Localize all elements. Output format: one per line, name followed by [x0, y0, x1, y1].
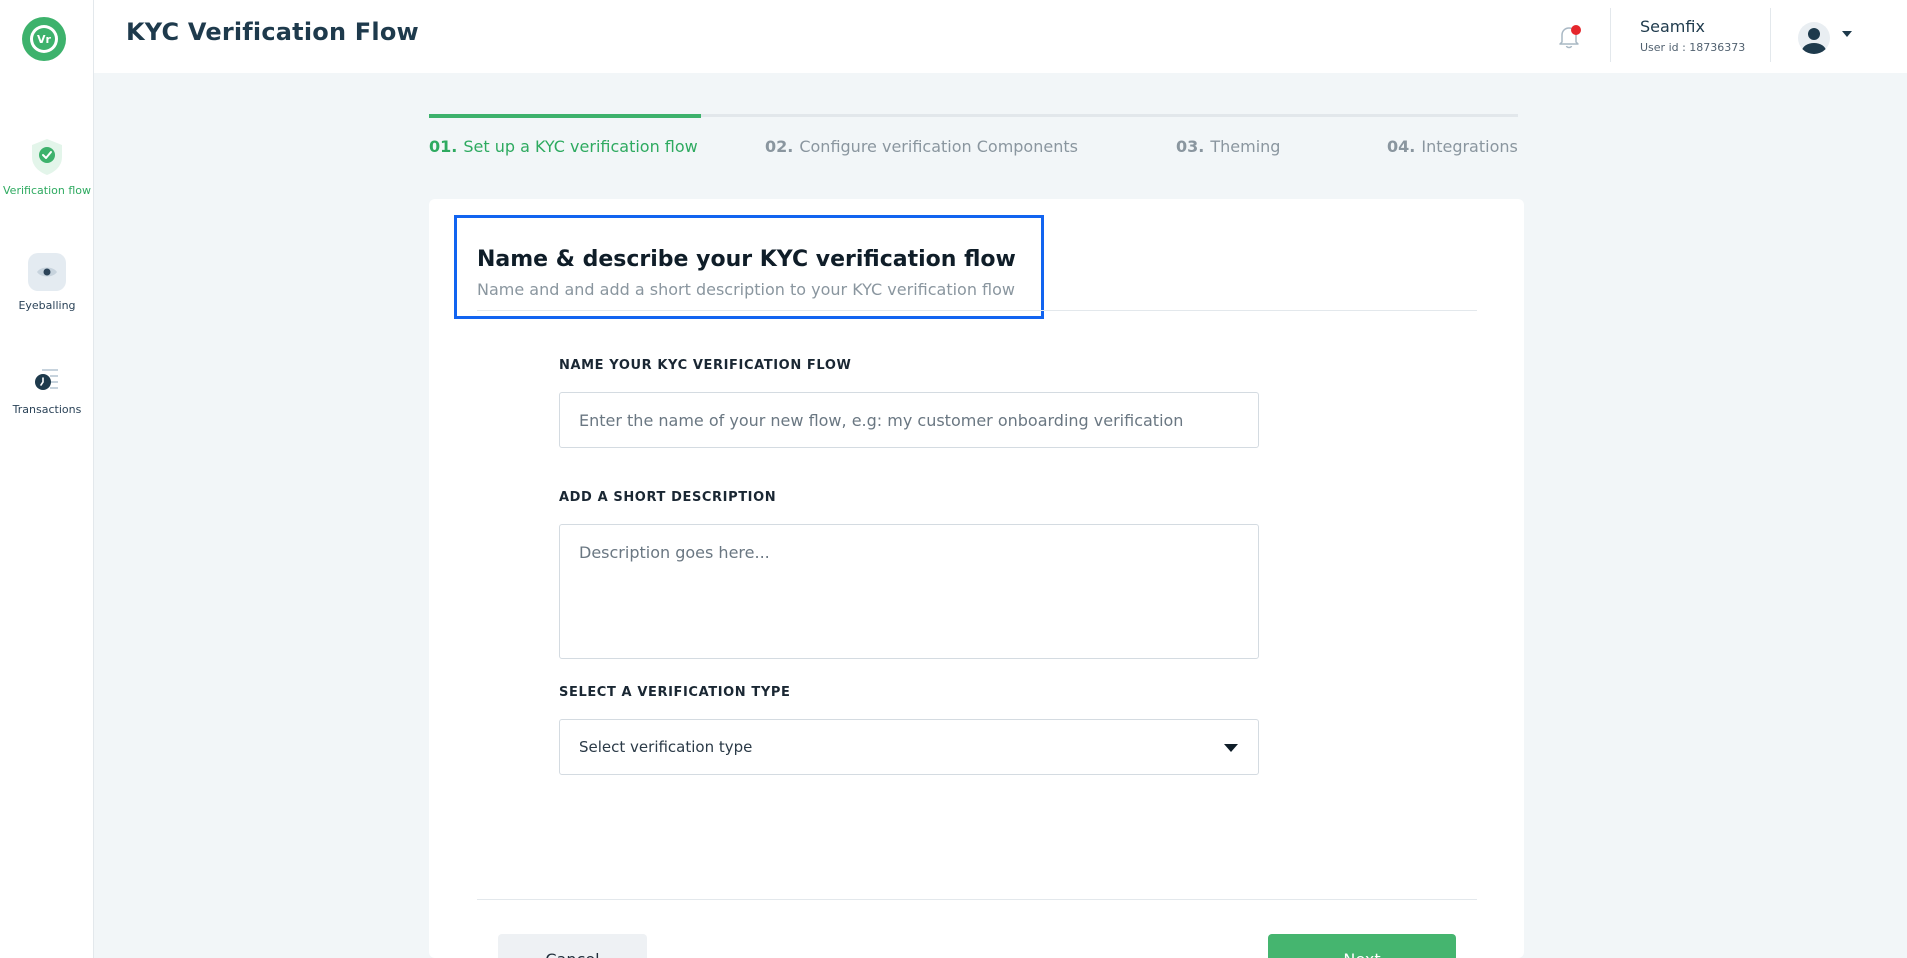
step-4[interactable]: 04. Integrations — [1387, 137, 1518, 156]
logo-icon: Vr — [22, 17, 66, 61]
description-textarea[interactable] — [559, 524, 1259, 659]
shield-check-icon — [28, 138, 66, 176]
avatar[interactable] — [1798, 22, 1830, 54]
step-label: Configure verification Components — [799, 137, 1078, 156]
app-logo[interactable]: Vr — [20, 15, 68, 63]
cancel-button[interactable]: Cancel — [498, 934, 647, 958]
sidebar: Vr Verification flow Eyeballing Transact… — [0, 0, 94, 958]
step-number: 01. — [429, 137, 458, 156]
top-header: KYC Verification Flow Seamfix User id : … — [94, 0, 1907, 73]
chevron-down-icon[interactable] — [1842, 31, 1852, 37]
stepper-progress — [429, 114, 702, 118]
step-label: Theming — [1210, 137, 1281, 156]
transactions-icon — [28, 362, 66, 400]
step-2[interactable]: 02. Configure verification Components — [765, 137, 1078, 156]
user-avatar-icon — [1798, 22, 1830, 54]
step-number: 04. — [1387, 137, 1416, 156]
step-3[interactable]: 03. Theming — [1176, 137, 1280, 156]
step-1[interactable]: 01. Set up a KYC verification flow — [429, 137, 698, 156]
step-number: 03. — [1176, 137, 1205, 156]
name-field-label: NAME YOUR KYC VERIFICATION FLOW — [559, 358, 852, 373]
step-number: 02. — [765, 137, 794, 156]
select-value: Select verification type — [579, 738, 753, 756]
verification-type-label: SELECT A VERIFICATION TYPE — [559, 685, 791, 700]
verification-type-select[interactable]: Select verification type — [559, 719, 1259, 775]
sidebar-item-label: Eyeballing — [18, 299, 76, 312]
caret-down-icon — [1224, 744, 1238, 752]
sidebar-item-eyeballing[interactable]: Eyeballing — [0, 253, 94, 312]
user-id: User id : 18736373 — [1640, 41, 1746, 54]
form-card: Name & describe your KYC verification fl… — [429, 199, 1524, 958]
sidebar-item-label: Verification flow — [3, 184, 91, 197]
header-divider — [1770, 8, 1771, 62]
next-button[interactable]: Next — [1268, 934, 1456, 958]
notification-dot — [1571, 25, 1581, 35]
eye-icon — [28, 253, 66, 291]
step-label: Set up a KYC verification flow — [463, 137, 698, 156]
sidebar-item-verification-flow[interactable]: Verification flow — [0, 138, 94, 197]
step-label: Integrations — [1421, 137, 1518, 156]
header-divider — [1610, 8, 1611, 62]
user-name: Seamfix — [1640, 17, 1705, 36]
sidebar-item-label: Transactions — [12, 403, 82, 416]
logo-text: Vr — [37, 33, 52, 46]
sidebar-item-transactions[interactable]: Transactions — [0, 362, 94, 416]
header-separator — [477, 310, 1477, 311]
description-field-label: ADD A SHORT DESCRIPTION — [559, 490, 777, 505]
page-title: KYC Verification Flow — [126, 18, 419, 46]
bell-icon[interactable] — [1554, 22, 1584, 52]
flow-name-input[interactable] — [559, 392, 1259, 448]
footer-separator — [477, 899, 1477, 900]
highlight-box — [454, 215, 1044, 319]
